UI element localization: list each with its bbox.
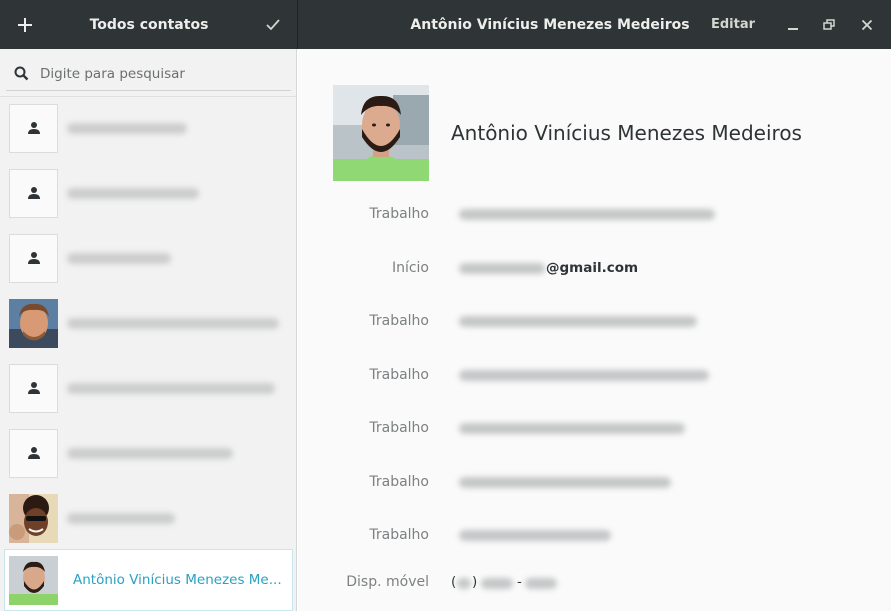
field-label: Trabalho xyxy=(369,206,429,222)
maximize-button[interactable] xyxy=(816,0,842,49)
contact-photo-avatar xyxy=(9,555,58,605)
redacted-contact-name xyxy=(67,252,171,264)
redacted-contact-name xyxy=(67,187,199,199)
redacted-phone-part[interactable] xyxy=(525,578,557,589)
field-label: Início xyxy=(391,260,429,276)
header-bar: Todos contatos Antônio Vinícius Menezes … xyxy=(0,0,891,49)
redacted-email-user[interactable] xyxy=(459,263,545,274)
edit-button[interactable]: Editar xyxy=(703,0,763,49)
contact-title: Antônio Vinícius Menezes Medeiros xyxy=(410,16,690,33)
contact-row-selected[interactable]: Antônio Vinícius Menezes Me... xyxy=(4,549,293,611)
contact-row[interactable] xyxy=(4,487,293,549)
plus-icon xyxy=(18,17,32,32)
default-avatar xyxy=(9,103,58,153)
contact-row[interactable] xyxy=(4,97,293,159)
redacted-contact-name xyxy=(67,382,275,394)
person-icon xyxy=(27,187,40,199)
person-icon xyxy=(27,252,40,264)
redacted-contact-name xyxy=(67,512,175,524)
contact-row[interactable] xyxy=(4,162,293,224)
redacted-email-value[interactable] xyxy=(459,477,671,488)
redacted-email-value[interactable] xyxy=(459,370,709,381)
field-label: Disp. móvel xyxy=(346,574,429,590)
default-avatar xyxy=(9,363,58,413)
redacted-phone-part[interactable] xyxy=(481,578,513,589)
contacts-sidebar: Antônio Vinícius Menezes Me... xyxy=(0,49,297,611)
phone-close-paren: ) xyxy=(472,574,478,590)
phone-open-paren: ( xyxy=(451,574,457,590)
field-label: Trabalho xyxy=(369,420,429,436)
search-icon xyxy=(14,66,36,81)
contact-photo-avatar xyxy=(9,298,58,348)
minimize-button[interactable] xyxy=(780,0,806,49)
person-icon xyxy=(27,122,40,134)
contact-row[interactable] xyxy=(4,422,293,484)
redacted-contact-name xyxy=(67,122,187,134)
selected-contact-name: Antônio Vinícius Menezes Me... xyxy=(73,572,282,588)
contact-row[interactable] xyxy=(4,357,293,419)
contact-photo xyxy=(333,85,429,181)
contact-full-name: Antônio Vinícius Menezes Medeiros xyxy=(451,121,802,145)
default-avatar xyxy=(9,428,58,478)
add-contact-button[interactable] xyxy=(8,0,42,49)
contacts-list-title: Todos contatos xyxy=(89,16,209,33)
redacted-area-code[interactable] xyxy=(457,578,471,589)
checkmark-icon xyxy=(266,18,280,30)
redacted-email-value[interactable] xyxy=(459,423,685,434)
field-label: Trabalho xyxy=(369,313,429,329)
contact-detail-pane: Antônio Vinícius Menezes Medeiros Trabal… xyxy=(298,49,891,611)
close-button[interactable] xyxy=(854,0,880,49)
redacted-contact-name xyxy=(67,447,233,459)
field-label: Trabalho xyxy=(369,527,429,543)
minimize-icon xyxy=(788,27,798,30)
selection-mode-button[interactable] xyxy=(258,0,288,49)
default-avatar xyxy=(9,233,58,283)
contact-row[interactable] xyxy=(4,292,293,354)
contact-photo-avatar xyxy=(9,493,58,543)
redacted-email-value[interactable] xyxy=(459,530,611,541)
email-domain-text[interactable]: @gmail.com xyxy=(546,260,638,276)
redacted-email-value[interactable] xyxy=(459,209,715,220)
restore-icon xyxy=(823,18,835,30)
field-label: Trabalho xyxy=(369,474,429,490)
search-box[interactable] xyxy=(6,57,291,91)
default-avatar xyxy=(9,168,58,218)
field-label: Trabalho xyxy=(369,367,429,383)
contact-row[interactable] xyxy=(4,227,293,289)
redacted-contact-name xyxy=(67,317,279,329)
header-left-section: Todos contatos xyxy=(0,0,298,49)
phone-dash: - xyxy=(517,574,522,590)
close-icon xyxy=(861,19,873,30)
person-icon xyxy=(27,382,40,394)
redacted-email-value[interactable] xyxy=(459,316,697,327)
search-input[interactable] xyxy=(40,65,280,82)
person-icon xyxy=(27,447,40,459)
